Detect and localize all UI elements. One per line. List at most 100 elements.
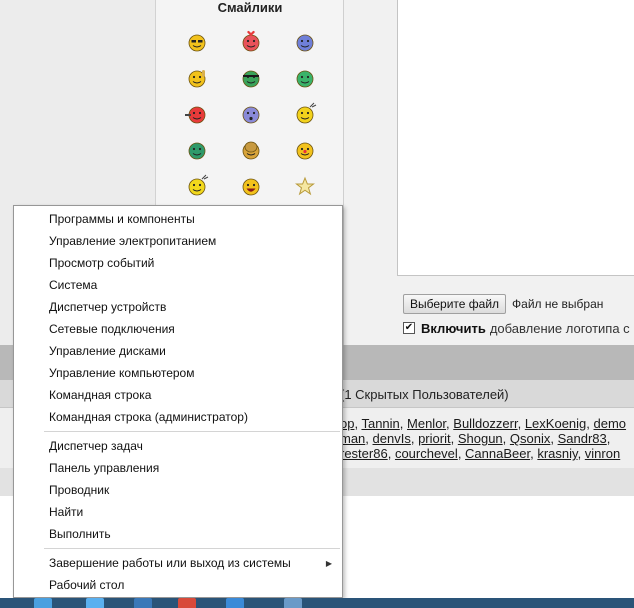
menu-item-label: Проводник [49, 483, 110, 497]
menu-item-label: Управление электропитанием [49, 234, 217, 248]
partying-smiley-icon[interactable] [278, 96, 332, 132]
menu-item-label: Диспетчер устройств [49, 300, 167, 314]
winx-context-menu: Программы и компоненты Управление электро… [13, 205, 343, 598]
user-link[interactable]: CannaBeer [465, 446, 530, 461]
shooting-smiley-icon[interactable] [170, 96, 224, 132]
separator-text: , [410, 431, 419, 446]
menu-item[interactable]: Диспетчер задач [14, 435, 342, 457]
in-love-smiley-icon[interactable] [224, 24, 278, 60]
menu-item-label: Диспетчер задач [49, 439, 143, 453]
user-link[interactable]: Bulldozzerr [453, 416, 517, 431]
logo-option-row: ✔ Включить добавление логотипа с [403, 320, 630, 336]
user-link[interactable]: man [340, 431, 365, 446]
menu-item-label: Управление дисками [49, 344, 166, 358]
app-icon-5[interactable] [226, 598, 244, 608]
menu-item-label: Просмотр событий [49, 256, 155, 270]
cool-sunglasses-smiley-icon[interactable] [170, 24, 224, 60]
separator-text: , [550, 431, 558, 446]
green-shy-smiley-icon[interactable] [170, 132, 224, 168]
user-link[interactable]: krasniy [537, 446, 577, 461]
crying-smiley-icon[interactable] [278, 24, 332, 60]
choose-file-button[interactable]: Выберите файл [403, 294, 507, 314]
menu-item-label: Сетевые подключения [49, 322, 175, 336]
windows-logo-icon[interactable] [0, 582, 12, 602]
menu-item[interactable]: Панель управления [14, 457, 342, 479]
menu-item-label: Управление компьютером [49, 366, 195, 380]
user-link[interactable]: Qsonix [510, 431, 550, 446]
menu-item-label: Рабочий стол [49, 578, 125, 592]
app-icon-2[interactable] [86, 598, 104, 608]
cheering-smiley-icon[interactable] [170, 168, 224, 204]
separator-text: , [387, 446, 395, 461]
file-attach-row: Выберите файл Файл не выбран [403, 294, 603, 314]
menu-item[interactable]: Просмотр событий [14, 252, 342, 274]
menu-item-label: Командная строка [49, 388, 152, 402]
menu-item[interactable]: Диспетчер устройств [14, 296, 342, 318]
users-row: op, Tannin, Menlor, Bulldozzerr, LexKoen… [340, 416, 626, 431]
user-link[interactable]: vinron [585, 446, 620, 461]
user-link[interactable]: Menlor [407, 416, 446, 431]
user-link[interactable]: LexKoenig [525, 416, 586, 431]
app-icon-1[interactable] [34, 598, 52, 608]
menu-item[interactable]: Командная строка [14, 384, 342, 406]
chrome-icon[interactable] [178, 598, 196, 608]
menu-item-label: Командная строка (администратор) [49, 410, 248, 424]
separator-text: , [577, 446, 585, 461]
menu-item[interactable]: Проводник [14, 479, 342, 501]
blue-surprised-smiley-icon[interactable] [224, 96, 278, 132]
users-row: rester86, courchevel, CannaBeer, krasniy… [340, 446, 620, 461]
logo-option-text: добавление логотипа с [489, 320, 630, 336]
star-smiley-icon[interactable] [278, 168, 332, 204]
user-link[interactable]: Sandr83 [558, 431, 607, 446]
menu-separator [44, 431, 340, 432]
menu-item[interactable]: Управление электропитанием [14, 230, 342, 252]
user-link[interactable]: demo [594, 416, 627, 431]
user-link[interactable]: Tannin [361, 416, 399, 431]
user-link[interactable]: denvIs [373, 431, 411, 446]
message-textarea[interactable] [397, 0, 634, 276]
separator-text: , [502, 431, 510, 446]
menu-item[interactable]: Управление дисками [14, 340, 342, 362]
separator-text: , [399, 416, 408, 431]
menu-separator [44, 548, 340, 549]
clapping-hands-smiley-icon[interactable] [224, 132, 278, 168]
separator-text: , [457, 446, 466, 461]
app-icon-6[interactable] [284, 598, 302, 608]
clown-smiley-icon[interactable] [278, 132, 332, 168]
menu-item[interactable]: Выполнить [14, 523, 342, 545]
thumbs-up-smiley-icon[interactable] [170, 60, 224, 96]
menu-item[interactable]: Система [14, 274, 342, 296]
logo-option-bold: Включить [421, 320, 486, 336]
menu-item[interactable]: Программы и компоненты [14, 208, 342, 230]
menu-item[interactable]: Найти [14, 501, 342, 523]
logo-checkbox[interactable]: ✔ [403, 322, 415, 334]
separator-text: , [606, 431, 611, 446]
desktop-screen: Смайлики Выберите файл Файл не выбран ✔ … [0, 0, 634, 608]
menu-item-label: Программы и компоненты [49, 212, 195, 226]
menu-item[interactable]: Рабочий стол [14, 574, 342, 596]
laughing-smiley-icon[interactable] [224, 168, 278, 204]
menu-item[interactable]: Командная строка (администратор) [14, 406, 342, 428]
ninja-smiley-icon[interactable] [224, 60, 278, 96]
separator-text: , [365, 431, 373, 446]
user-link[interactable]: Shogun [458, 431, 503, 446]
user-link[interactable]: priorit [418, 431, 451, 446]
user-link[interactable]: rester86 [340, 446, 388, 461]
menu-item-label: Выполнить [49, 527, 111, 541]
submenu-arrow-icon: ▶ [325, 558, 332, 568]
green-ok-smiley-icon[interactable] [278, 60, 332, 96]
menu-item[interactable]: Управление компьютером [14, 362, 342, 384]
hidden-users-count: (1 Скрытых Пользователей) [340, 387, 509, 402]
users-row: man, denvIs, priorit, Shogun, Qsonix, Sa… [340, 431, 610, 446]
smileys-title: Смайлики [217, 0, 283, 15]
menu-item[interactable]: Завершение работы или выход из системы ▶ [14, 552, 342, 574]
no-file-text: Файл не выбран [512, 297, 604, 311]
smileys-grid [170, 24, 334, 204]
separator-text: , [586, 416, 594, 431]
menu-item-label: Система [49, 278, 98, 292]
separator-text: , [450, 431, 458, 446]
user-link[interactable]: courchevel [395, 446, 458, 461]
app-icon-3[interactable] [134, 598, 152, 608]
menu-item[interactable]: Сетевые подключения [14, 318, 342, 340]
menu-item-label: Завершение работы или выход из системы [49, 556, 291, 570]
